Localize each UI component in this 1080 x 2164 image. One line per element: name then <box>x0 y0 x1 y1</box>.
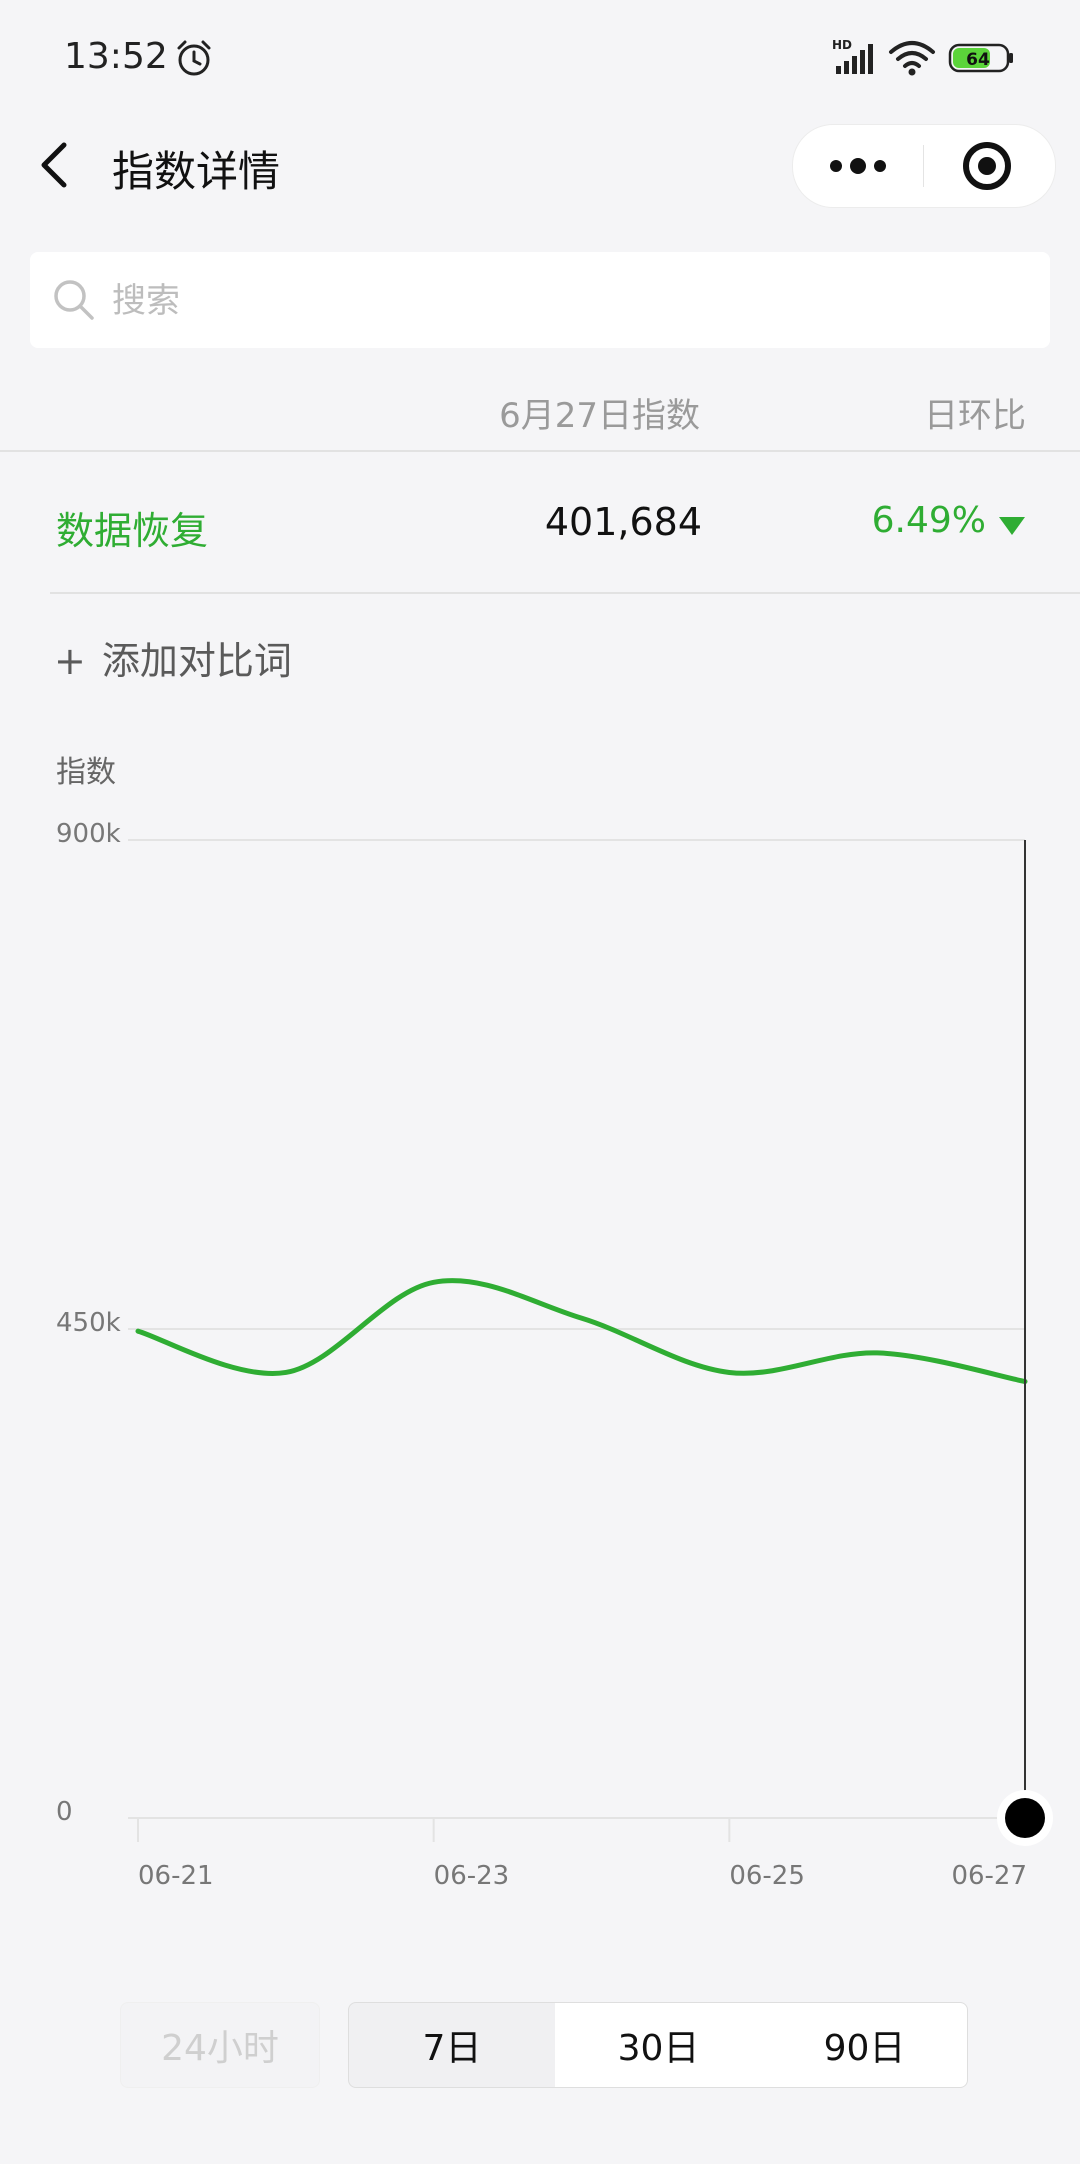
index-value: 401,684 <box>544 500 702 544</box>
y-tick-label: 900k <box>56 819 121 849</box>
network-tag: HD <box>832 38 852 52</box>
alarm-clock-icon <box>177 40 211 76</box>
more-options-icon[interactable] <box>793 125 923 207</box>
x-tick-label: 06-21 <box>138 1861 214 1891</box>
y-tick-label: 0 <box>56 1797 73 1827</box>
down-triangle-icon <box>999 517 1025 535</box>
nav-bar: 指数详情 <box>0 110 1080 220</box>
header-index-date: 6月27日指数 <box>499 396 700 436</box>
x-axis-ticks: 06-21 06-23 06-25 06-27 <box>137 1818 1027 1891</box>
back-arrow-icon[interactable] <box>28 132 88 198</box>
close-miniprogram-icon[interactable] <box>924 125 1054 207</box>
series-line <box>135 1278 1028 1385</box>
wifi-icon <box>889 41 935 76</box>
x-tick-label: 06-27 <box>951 1861 1027 1891</box>
tab-90-days[interactable]: 90日 <box>762 2002 968 2088</box>
tab-24-hours[interactable]: 24小时 <box>120 2002 320 2088</box>
grid-lines <box>128 839 1025 1819</box>
menu-capsule <box>792 124 1056 208</box>
daily-change-value: 6.49% <box>871 500 986 541</box>
header-daily-change: 日环比 <box>924 396 1026 436</box>
page-title: 指数详情 <box>112 147 281 196</box>
y-tick-label: 450k <box>56 1308 121 1338</box>
search-box[interactable] <box>30 252 1050 348</box>
keyword-name: 数据恢复 <box>56 509 209 553</box>
search-icon <box>54 280 94 320</box>
tab-30-days[interactable]: 30日 <box>555 2002 763 2088</box>
time-range-tabs: 24小时 7日 30日 90日 <box>120 2002 968 2090</box>
cellular-signal-icon: HD <box>832 38 873 74</box>
status-time: 13:52 <box>64 36 168 77</box>
selection-cursor-dot <box>1005 1798 1045 1838</box>
y-axis-ticks: 900k 450k 0 <box>56 819 121 1827</box>
battery-level: 64 <box>966 50 990 70</box>
battery-icon: 64 <box>948 43 1013 73</box>
status-bar: 13:52 HD 64 <box>0 0 1080 110</box>
table-header: 6月27日指数 日环比 <box>0 378 1080 452</box>
x-tick-label: 06-25 <box>729 1861 805 1891</box>
add-compare-word-button[interactable]: + 添加对比词 <box>54 630 292 685</box>
plus-icon: + <box>54 639 86 683</box>
keyword-row[interactable]: 数据恢复 401,684 6.49% <box>50 452 1080 594</box>
y-axis-title: 指数 <box>56 755 116 790</box>
search-input[interactable] <box>110 270 1014 332</box>
index-line-chart[interactable]: 指数 900k 450k 0 06-21 06-23 06-25 06-27 <box>0 740 1080 1920</box>
tab-7-days[interactable]: 7日 <box>348 2002 556 2088</box>
add-compare-label: 添加对比词 <box>101 639 292 683</box>
x-tick-label: 06-23 <box>434 1861 510 1891</box>
